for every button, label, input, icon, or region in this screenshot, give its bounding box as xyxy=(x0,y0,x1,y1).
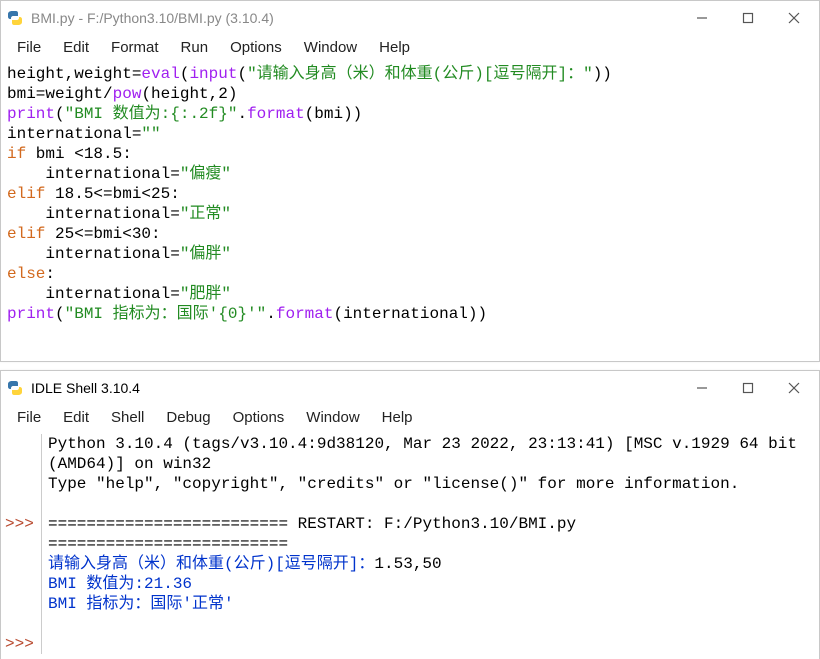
code-text: print xyxy=(7,105,55,123)
code-text: ( xyxy=(55,305,65,323)
shell-output[interactable]: >>> >>> Python 3.10.4 (tags/v3.10.4:9d38… xyxy=(1,432,819,656)
code-editor[interactable]: height,weight=eval(input("请输入身高（米）和体重(公斤… xyxy=(1,62,819,326)
editor-title: BMI.py - F:/Python3.10/BMI.py (3.10.4) xyxy=(31,10,679,26)
code-text: bmi <18.5: xyxy=(26,145,132,163)
maximize-button[interactable] xyxy=(725,372,771,404)
code-text: else xyxy=(7,265,45,283)
code-text: international= xyxy=(7,165,180,183)
code-text: "正常" xyxy=(180,205,231,223)
code-text: format xyxy=(276,305,334,323)
shell-titlebar[interactable]: IDLE Shell 3.10.4 xyxy=(1,371,819,405)
code-text: . xyxy=(266,305,276,323)
menu-shell[interactable]: Shell xyxy=(101,407,154,428)
menu-edit[interactable]: Edit xyxy=(53,407,99,428)
code-text: elif xyxy=(7,185,45,203)
code-text: format xyxy=(247,105,305,123)
shell-line: BMI 指标为：国际'正常' xyxy=(48,595,234,613)
menu-help[interactable]: Help xyxy=(372,407,423,428)
code-text: "BMI 指标为：国际'{0}'" xyxy=(65,305,267,323)
code-text: "偏瘦" xyxy=(180,165,231,183)
shell-line: Python 3.10.4 (tags/v3.10.4:9d38120, Mar… xyxy=(48,435,807,473)
code-text: "肥胖" xyxy=(180,285,231,303)
code-text: international= xyxy=(7,245,180,263)
shell-body: Python 3.10.4 (tags/v3.10.4:9d38120, Mar… xyxy=(42,434,817,654)
code-text: . xyxy=(237,105,247,123)
prompt: >>> xyxy=(5,635,34,653)
code-text: "" xyxy=(141,125,160,143)
code-text: ( xyxy=(55,105,65,123)
minimize-button[interactable] xyxy=(679,2,725,34)
code-text: ( xyxy=(180,65,190,83)
shell-line: 请输入身高（米）和体重(公斤)[逗号隔开]： xyxy=(48,555,374,573)
menu-format[interactable]: Format xyxy=(101,37,169,58)
close-button[interactable] xyxy=(771,372,817,404)
menu-window[interactable]: Window xyxy=(296,407,369,428)
menu-edit[interactable]: Edit xyxy=(53,37,99,58)
code-text: print xyxy=(7,305,55,323)
shell-menubar: File Edit Shell Debug Options Window Hel… xyxy=(1,405,819,432)
code-text: international= xyxy=(7,205,180,223)
close-button[interactable] xyxy=(771,2,817,34)
menu-run[interactable]: Run xyxy=(171,37,219,58)
prompt-gutter: >>> >>> xyxy=(3,434,42,654)
code-text: if xyxy=(7,145,26,163)
code-text: "BMI 数值为:{:.2f}" xyxy=(65,105,238,123)
window-controls xyxy=(679,2,817,34)
shell-title: IDLE Shell 3.10.4 xyxy=(31,380,679,396)
editor-titlebar[interactable]: BMI.py - F:/Python3.10/BMI.py (3.10.4) xyxy=(1,1,819,35)
shell-line: Type "help", "copyright", "credits" or "… xyxy=(48,475,739,493)
editor-window: BMI.py - F:/Python3.10/BMI.py (3.10.4) F… xyxy=(0,0,820,362)
code-text: )) xyxy=(593,65,612,83)
code-text: input xyxy=(189,65,237,83)
menu-options[interactable]: Options xyxy=(220,37,292,58)
shell-line: ========================= RESTART: F:/Py… xyxy=(48,515,586,553)
code-text: pow xyxy=(113,85,142,103)
code-text: (international)) xyxy=(333,305,487,323)
shell-line: 1.53,50 xyxy=(374,555,441,573)
code-text: elif xyxy=(7,225,45,243)
code-text: bmi=weight/ xyxy=(7,85,113,103)
code-text: 25<=bmi<30: xyxy=(45,225,160,243)
window-controls xyxy=(679,372,817,404)
editor-menubar: File Edit Format Run Options Window Help xyxy=(1,35,819,62)
prompt: >>> xyxy=(5,515,34,533)
menu-window[interactable]: Window xyxy=(294,37,367,58)
menu-file[interactable]: File xyxy=(7,407,51,428)
code-text: ( xyxy=(237,65,247,83)
code-text: international= xyxy=(7,285,180,303)
code-text: international= xyxy=(7,125,141,143)
menu-debug[interactable]: Debug xyxy=(156,407,220,428)
code-text: eval xyxy=(141,65,179,83)
menu-options[interactable]: Options xyxy=(223,407,295,428)
code-text: (bmi)) xyxy=(305,105,363,123)
menu-help[interactable]: Help xyxy=(369,37,420,58)
shell-line: BMI 数值为:21.36 xyxy=(48,575,192,593)
menu-file[interactable]: File xyxy=(7,37,51,58)
python-icon xyxy=(7,10,23,26)
minimize-button[interactable] xyxy=(679,372,725,404)
code-text: "请输入身高（米）和体重(公斤)[逗号隔开]：" xyxy=(247,65,593,83)
code-text: (height,2) xyxy=(141,85,237,103)
code-text: 18.5<=bmi<25: xyxy=(45,185,179,203)
code-text: : xyxy=(45,265,55,283)
code-text: height,weight= xyxy=(7,65,141,83)
shell-window: IDLE Shell 3.10.4 File Edit Shell Debug … xyxy=(0,370,820,659)
maximize-button[interactable] xyxy=(725,2,771,34)
python-icon xyxy=(7,380,23,396)
code-text: "偏胖" xyxy=(180,245,231,263)
